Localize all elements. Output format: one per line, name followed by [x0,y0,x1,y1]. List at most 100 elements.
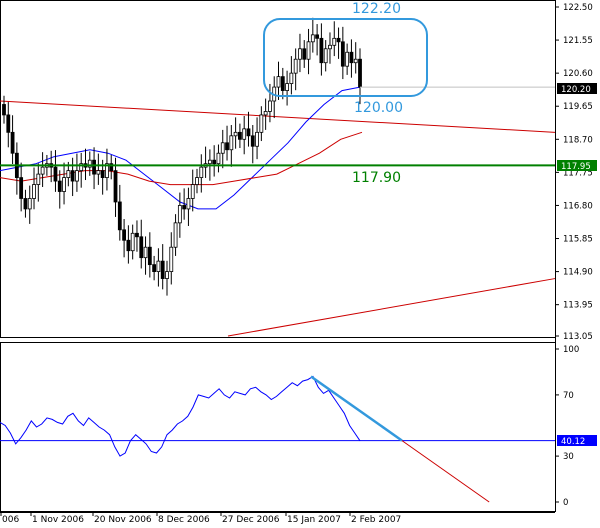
candle-body [165,271,169,279]
candle-body [143,246,148,259]
osc-tick-label: 70 [563,391,574,401]
candle-body [147,246,152,266]
candle-body [242,128,247,140]
candle-body [233,131,238,137]
candle-body [332,37,337,46]
candle-body [152,264,157,272]
candle-body [229,135,234,151]
candle-body [186,198,191,210]
candle-body [220,142,225,154]
price-tick-label: 114.90 [563,268,593,278]
candle-body [139,236,144,259]
candle-body [130,232,135,252]
candle-body [276,76,281,88]
candle-body [100,170,105,178]
annotation-122-20: 122.20 [352,1,401,17]
candle-body [62,177,66,192]
candle-body [353,58,358,64]
candle-body [6,114,11,133]
price-tick-label: 113.95 [563,301,593,311]
x-tick-label: 20 Nov 2006 [94,515,152,525]
candle-body [225,142,229,151]
osc-tick-label: 100 [563,345,579,355]
candle-body [340,41,345,67]
candle-body [135,232,139,238]
candle-body [212,159,217,165]
x-tick-label: 006 [2,515,19,525]
x-tick-label: 15 Jan 2007 [287,515,341,525]
price-tick-label: 118.70 [563,135,593,145]
price-tick-label: 122.50 [563,3,593,13]
candle-body [40,166,45,175]
price-panel [0,0,556,338]
current-price-label: 120.20 [561,85,591,95]
price-tick-label: 120.60 [563,69,593,79]
candle-body [75,170,79,182]
osc-tick-label: 0 [563,498,568,508]
annotation-117-90: 117.90 [352,170,401,186]
candle-body [23,198,28,210]
candle-body [259,114,264,133]
candle-body [199,166,204,178]
price-tick-label: 115.85 [563,235,593,245]
candle-body [315,34,320,39]
candle-body [298,48,302,60]
candle-body [255,131,259,147]
candle-body [358,58,362,88]
candle-body [289,72,294,84]
candle-body [246,128,251,137]
candle-body [32,184,36,199]
candle-body [126,239,131,252]
candle-body [310,34,315,43]
candle-body [268,100,272,112]
candle-body [207,159,212,165]
candle-body [96,170,101,175]
candle-body [36,173,41,185]
annotation-120-00: 120.00 [354,100,403,116]
osc-value-label: 40.12 [561,437,585,447]
candle-body [328,44,332,50]
candle-body [122,229,126,241]
candle-body [323,48,328,64]
green-level-label: 117.95 [561,162,591,172]
candle-body [319,37,324,64]
x-tick-label: 1 Nov 2006 [32,515,84,525]
x-tick-label: 27 Dec 2006 [222,515,280,525]
candle-body [216,152,221,165]
chart: 122.50121.55120.60119.65118.70117.75116.… [0,0,597,525]
candle-body [190,184,195,199]
candle-body [349,51,354,64]
x-tick-label: 2 Feb 2007 [351,515,401,525]
candle-body [113,170,118,203]
candle-body [156,260,161,272]
candle-body [53,166,58,182]
candle-body [173,222,178,248]
candle-body [10,131,15,154]
candle-body [250,135,255,147]
candle-body [285,83,289,91]
candle-body [66,170,71,178]
candle-body [57,180,62,192]
candle-body [27,198,32,210]
candle-body [195,177,199,185]
oscillator-panel [0,342,556,512]
price-tick-label: 119.65 [563,102,593,112]
candle-body [70,170,75,182]
candle-body [177,205,182,224]
candle-body [169,246,174,272]
candle-body [263,111,268,116]
candle-body [302,48,307,60]
candle-body [238,131,242,140]
candle-body [336,37,341,43]
price-tick-label: 113.05 [563,332,593,342]
candle-body [160,260,165,279]
candle-body [306,41,311,60]
candle-body [293,58,298,74]
candle-body [19,177,24,199]
candle-body [2,104,6,116]
candle-body [280,76,285,91]
candle-body [117,201,122,231]
price-tick-label: 121.55 [563,36,593,46]
candle-body [345,51,350,67]
candle-body [92,159,96,175]
